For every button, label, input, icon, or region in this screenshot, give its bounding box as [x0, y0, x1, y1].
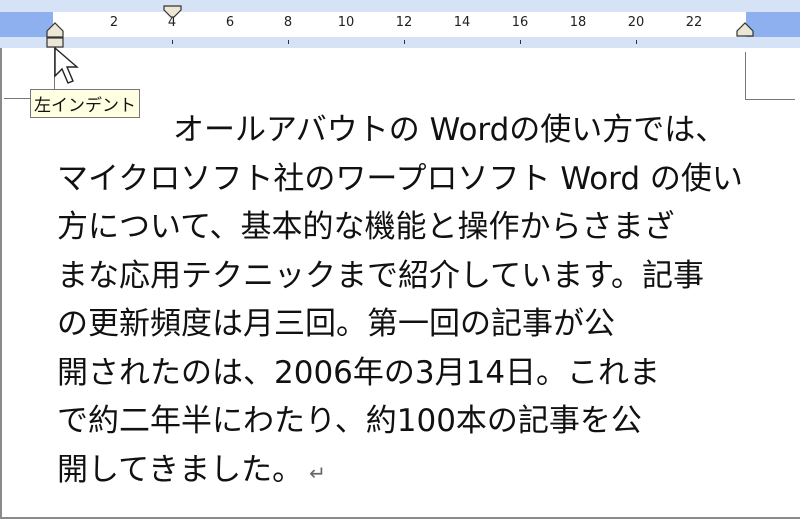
mouse-pointer-icon: [54, 46, 79, 84]
ruler-number: 6: [225, 15, 235, 30]
text-line: マイクロソフト社のワープロソフト Word の使い: [57, 160, 743, 197]
horizontal-ruler[interactable]: 2 4 6 8 10 12 14 16 18 20 22: [0, 0, 800, 48]
text-line: で約二年半にわたり、約100本の記事を公: [57, 403, 642, 439]
ruler-number: 18: [569, 15, 587, 30]
text-line: 開されたのは、2006年の3月14日。これま: [57, 354, 661, 391]
ruler-tick: [288, 40, 289, 44]
margin-corner-left: [4, 98, 30, 99]
text-line: の更新頻度は月三回。第一回の記事が公: [57, 306, 615, 342]
left-indent-marker[interactable]: [45, 21, 65, 49]
ruler-number: 14: [453, 15, 471, 30]
text-line: 開してきました。: [57, 451, 304, 488]
text-line-last: 開してきました。 ↵: [57, 446, 743, 495]
margin-corner-right: [745, 52, 746, 99]
ruler-tick: [172, 40, 173, 44]
right-indent-marker[interactable]: [735, 22, 755, 38]
text-line: 方について、基本的な機能と操作からさまざ: [57, 209, 675, 245]
paragraph-mark-icon: ↵: [309, 460, 326, 485]
ruler-tick: [520, 40, 521, 44]
ruler-number: 22: [685, 15, 703, 30]
ruler-number: 12: [395, 15, 413, 30]
margin-corner-right: [745, 99, 795, 100]
ruler-number: 2: [109, 15, 119, 30]
ruler-tick: [404, 40, 405, 44]
text-line: まな応用テクニックまで紹介しています。記事: [57, 257, 704, 294]
ruler-tick: [636, 40, 637, 44]
ruler-number: 16: [511, 15, 529, 30]
ruler-number: 8: [283, 15, 293, 30]
ruler-number: 10: [337, 15, 355, 30]
document-body[interactable]: オールアバウトの Wordの使い方では、 マイクロソフト社のワープロソフト Wo…: [57, 106, 743, 494]
text-line: オールアバウトの Wordの使い方では、: [173, 112, 727, 148]
first-line-indent-marker[interactable]: [163, 5, 183, 23]
ruler-number: 20: [627, 15, 645, 30]
